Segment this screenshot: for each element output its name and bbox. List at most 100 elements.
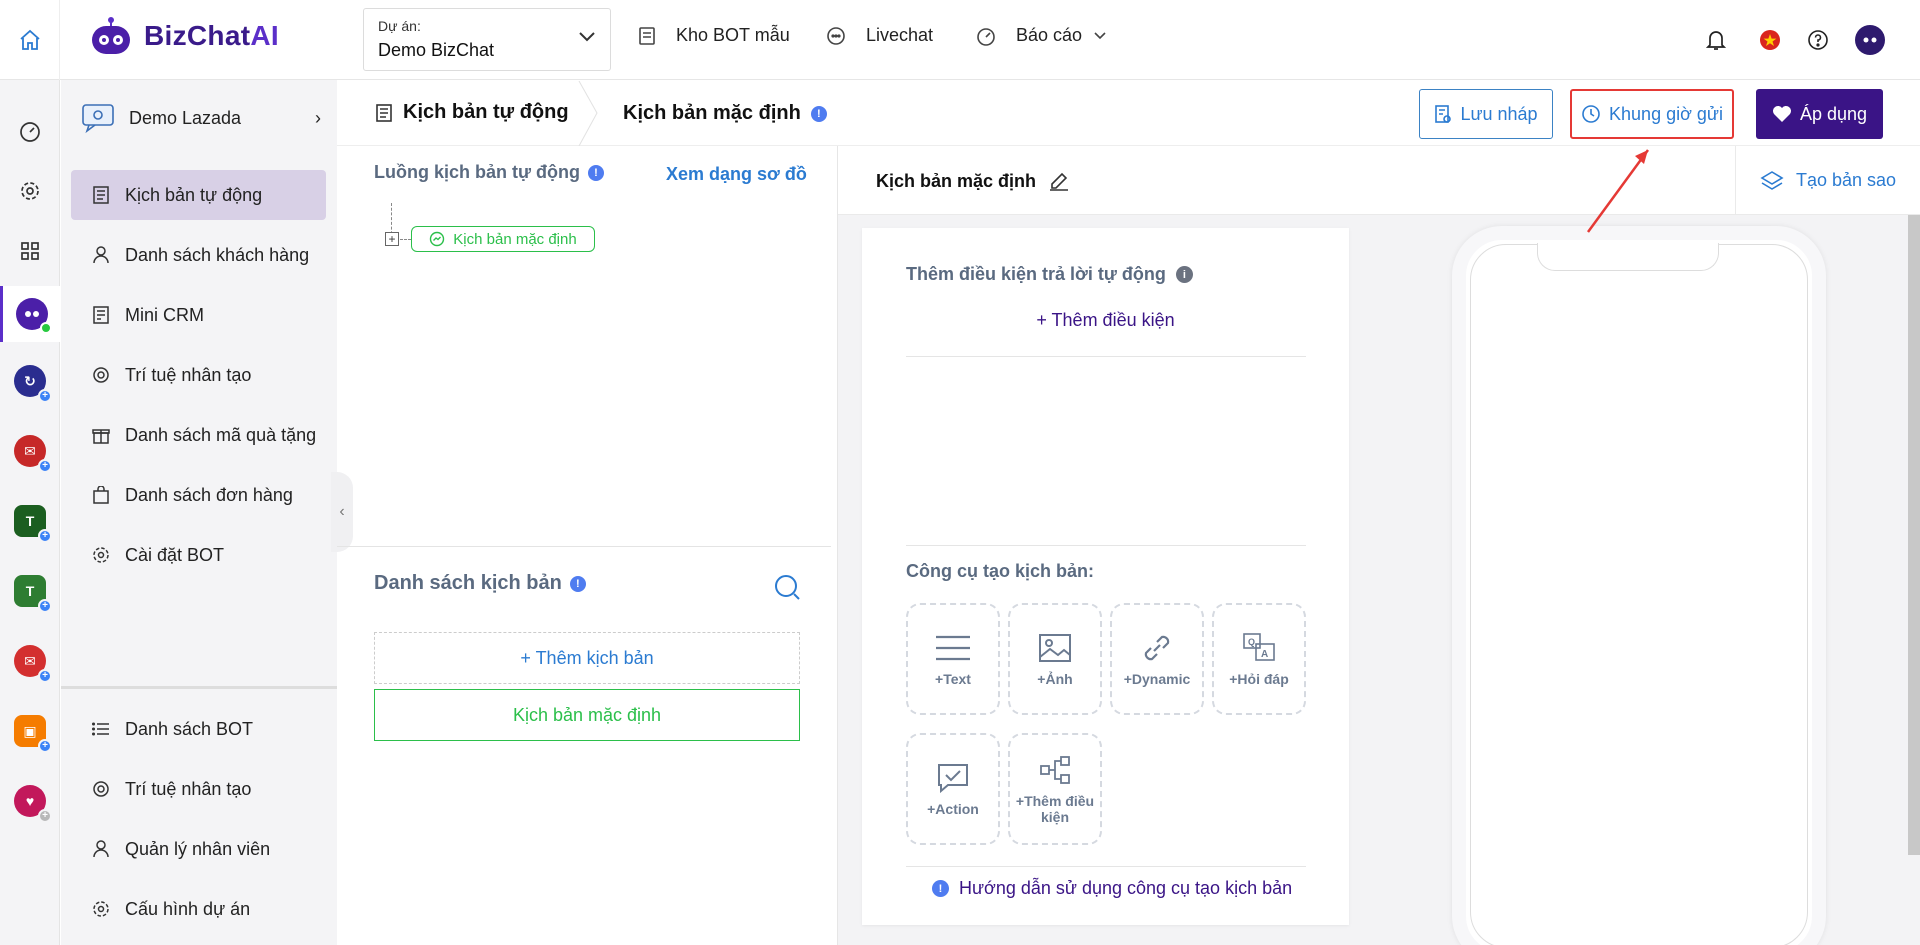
tool-action[interactable]: +Action	[906, 733, 1000, 845]
project-label: Dự án:	[378, 18, 421, 34]
user-icon	[91, 839, 111, 859]
sidebar-item-auto-scripts[interactable]: Kịch bản tự động	[71, 170, 326, 220]
sidebar-item-project-config[interactable]: Cấu hình dự án	[71, 884, 326, 934]
rail-app-1[interactable]: ↻ +	[0, 356, 60, 406]
info-icon[interactable]: !	[810, 105, 827, 122]
sidebar-item-staff[interactable]: Quản lý nhân viên	[71, 824, 326, 874]
vietnam-flag-icon	[1760, 30, 1780, 50]
rail-bizchat[interactable]	[0, 286, 60, 342]
text-lines-icon	[934, 631, 972, 665]
sidebar-item-ai-2[interactable]: Trí tuệ nhân tạo	[71, 764, 326, 814]
settings-icon	[21, 182, 39, 200]
info-icon[interactable]: !	[588, 164, 605, 181]
flow-title: Luồng kịch bản tự động !	[374, 162, 605, 183]
sidebar-item-label: Kịch bản tự động	[125, 184, 263, 205]
annotation-arrow	[1586, 149, 1650, 233]
script-editor-card: Thêm điều kiện trả lời tự động i + Thêm …	[862, 228, 1349, 925]
dashboard-icon	[20, 122, 40, 142]
rail-app-2[interactable]: ✉ +	[0, 426, 60, 476]
apply-button[interactable]: Áp dụng	[1756, 89, 1883, 139]
home-button[interactable]	[0, 0, 60, 80]
bot-chat-icon	[82, 104, 114, 134]
sidebar-item-bot-list[interactable]: Danh sách BOT	[71, 704, 326, 754]
add-script-button[interactable]: + Thêm kịch bản	[374, 632, 800, 684]
sidebar-item-orders[interactable]: Danh sách đơn hàng	[71, 470, 326, 520]
sidebar-item-label: Danh sách đơn hàng	[125, 484, 293, 505]
nav-bot-templates[interactable]: Kho BOT mẫu	[638, 25, 790, 46]
ai-icon	[91, 779, 111, 799]
edit-icon[interactable]	[1048, 170, 1070, 192]
app-icon-pink: ♥ +	[14, 785, 52, 823]
send-schedule-button[interactable]: Khung giờ gửi	[1570, 89, 1734, 139]
bot-selector[interactable]: Demo Lazada ›	[81, 98, 321, 138]
add-condition-button[interactable]: + Thêm điều kiện	[862, 310, 1349, 331]
search-button[interactable]	[772, 572, 802, 602]
svg-text:A: A	[1261, 649, 1268, 660]
view-diagram-link[interactable]: Xem dạng sơ đồ	[666, 164, 807, 185]
user-avatar[interactable]	[1852, 22, 1888, 58]
sidebar-item-ai[interactable]: Trí tuệ nhân tạo	[71, 350, 326, 400]
sidebar-item-mini-crm[interactable]: Mini CRM	[71, 290, 326, 340]
divider	[906, 356, 1306, 357]
sidebar-item-label: Cấu hình dự án	[125, 898, 251, 919]
rail-apps[interactable]	[0, 226, 60, 276]
sidebar-item-label: Mini CRM	[125, 304, 204, 325]
online-indicator	[39, 322, 52, 334]
tool-guide-link[interactable]: ! Hướng dẫn sử dụng công cụ tạo kịch bản	[932, 878, 1292, 899]
search-icon	[775, 575, 800, 600]
logo[interactable]: BizChatAI	[88, 16, 279, 56]
tool-add-condition[interactable]: +Thêm điều kiện	[1008, 733, 1102, 845]
script-icon	[376, 103, 392, 122]
rail-settings[interactable]	[0, 166, 60, 216]
divider	[906, 866, 1306, 867]
nav-livechat[interactable]: Livechat	[826, 25, 933, 46]
sidebar-item-bot-settings[interactable]: Cài đặt BOT	[71, 530, 326, 580]
breadcrumb: Kịch bản tự động Kịch bản mặc định ! Lưu…	[337, 81, 1920, 146]
breadcrumb-separator	[578, 81, 598, 146]
app-rail: ↻ + ✉ + T + T + ✉ + ▣ + ♥ +	[0, 80, 60, 945]
help-button[interactable]	[1800, 22, 1836, 58]
tool-dynamic[interactable]: +Dynamic	[1110, 603, 1204, 715]
rail-app-3[interactable]: T +	[0, 496, 60, 546]
rail-app-7[interactable]: ♥ +	[0, 776, 60, 826]
phone-preview	[1452, 226, 1826, 945]
script-list-item[interactable]: Kịch bản mặc định	[374, 689, 800, 741]
rail-app-4[interactable]: T +	[0, 566, 60, 616]
rail-app-5[interactable]: ✉ +	[0, 636, 60, 686]
gift-icon	[91, 425, 111, 445]
expand-node-button[interactable]: +	[385, 232, 399, 246]
tool-image[interactable]: +Ảnh	[1008, 603, 1102, 715]
chevron-right-icon: ›	[315, 108, 321, 128]
save-draft-button[interactable]: Lưu nháp	[1419, 89, 1553, 139]
project-select[interactable]: Dự án: Demo BizChat	[363, 8, 611, 71]
notifications-button[interactable]	[1698, 22, 1734, 58]
rail-app-6[interactable]: ▣ +	[0, 706, 60, 756]
bag-icon	[91, 485, 111, 505]
tool-qa[interactable]: QA +Hỏi đáp	[1212, 603, 1306, 715]
scrollbar[interactable]	[1908, 215, 1920, 855]
sidebar-collapse-button[interactable]: ‹	[331, 472, 353, 552]
language-button[interactable]	[1752, 22, 1788, 58]
chevron-down-icon	[1094, 31, 1106, 39]
flow-node-default[interactable]: Kịch bản mặc định	[411, 226, 595, 252]
app-icon-green-2: T +	[14, 575, 52, 613]
tool-text[interactable]: +Text	[906, 603, 1000, 715]
breadcrumb-section[interactable]: Kịch bản tự động	[375, 101, 569, 124]
info-icon[interactable]: !	[569, 575, 586, 592]
gear-icon	[91, 899, 111, 919]
sidebar-item-gift-codes[interactable]: Danh sách mã quà tặng	[71, 410, 326, 460]
user-icon	[91, 245, 111, 265]
sidebar-item-label: Trí tuệ nhân tạo	[125, 364, 252, 385]
sidebar-item-customers[interactable]: Danh sách khách hàng	[71, 230, 326, 280]
list-icon	[91, 719, 111, 739]
duplicate-button[interactable]: Tạo bản sao	[1735, 146, 1920, 215]
dashboard-icon	[977, 27, 995, 46]
bot-name: Demo Lazada	[129, 107, 242, 128]
nav-reports[interactable]: Báo cáo	[976, 25, 1106, 46]
conditions-title: Thêm điều kiện trả lời tự động i	[906, 264, 1193, 285]
rail-dashboard[interactable]	[0, 106, 60, 156]
info-icon[interactable]: i	[1175, 266, 1193, 283]
gear-icon	[91, 545, 111, 565]
breadcrumb-section-label: Kịch bản tự động	[403, 101, 569, 123]
clock-icon	[1582, 105, 1600, 123]
